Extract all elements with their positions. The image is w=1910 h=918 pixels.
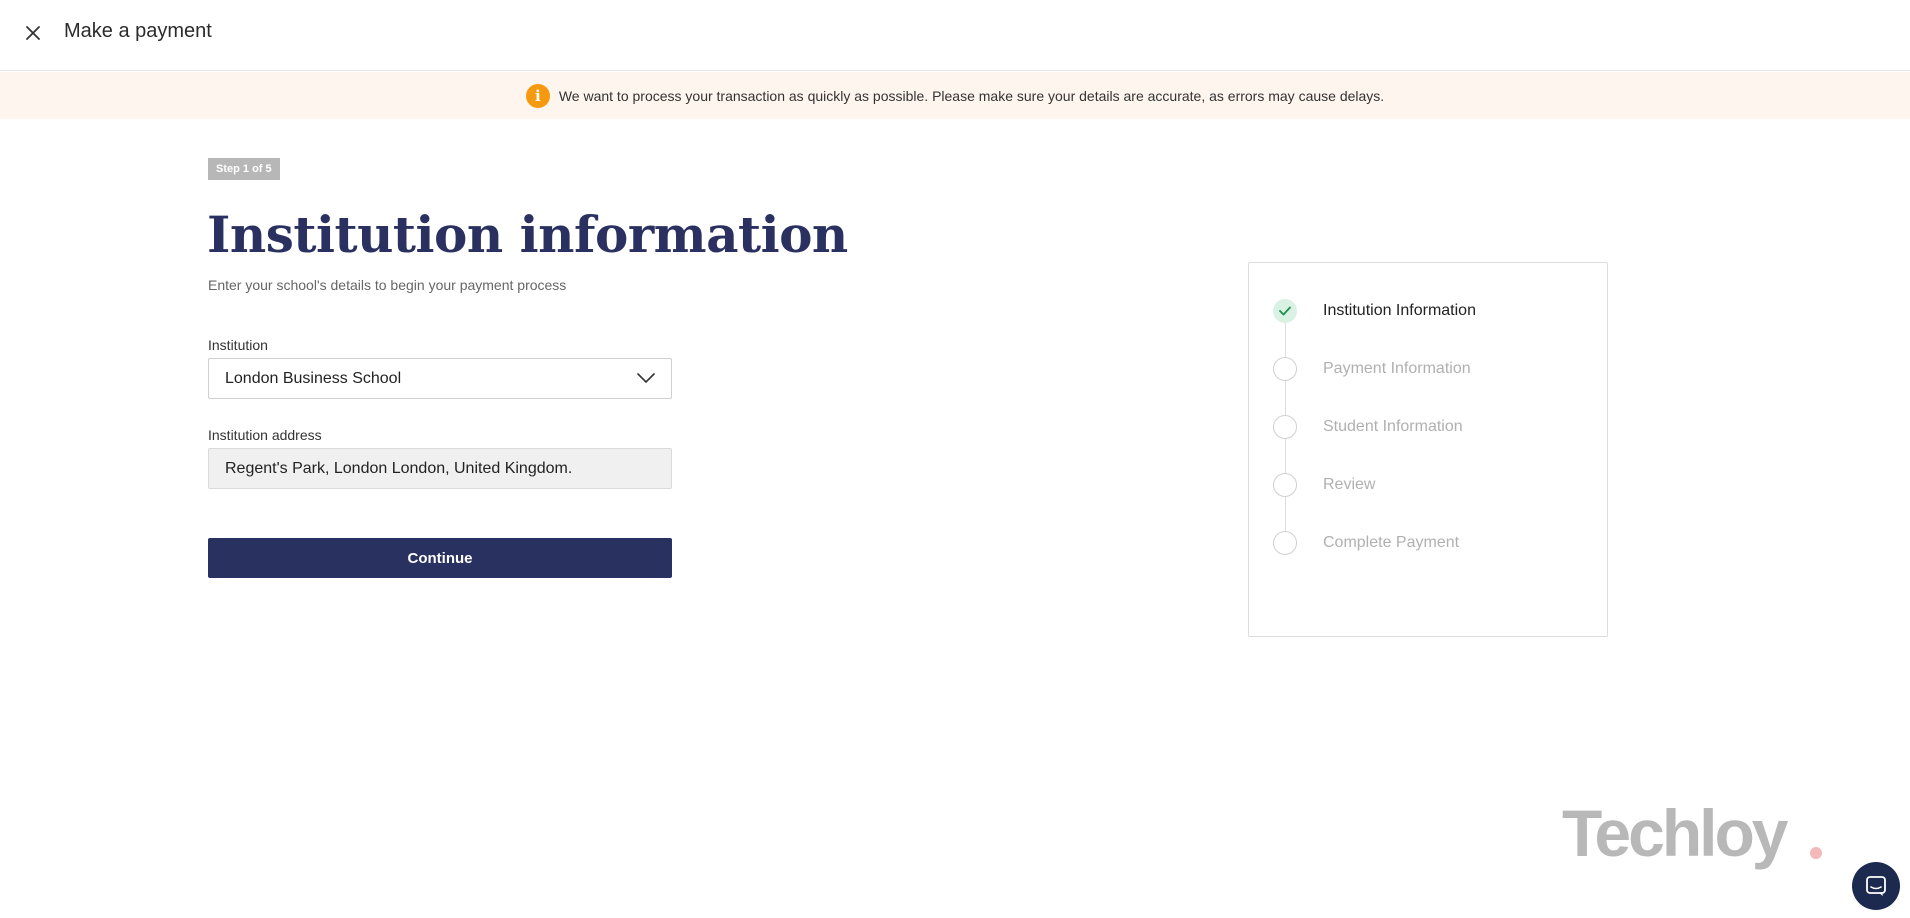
progress-steps-panel: Institution Information Payment Informat…	[1248, 262, 1608, 637]
page-title: Make a payment	[64, 20, 212, 42]
page-subheading: Enter your school's details to begin you…	[208, 277, 567, 293]
institution-label: Institution	[208, 337, 268, 353]
institution-address-value: Regent's Park, London London, United Kin…	[225, 459, 573, 477]
continue-button[interactable]: Continue	[208, 538, 672, 578]
step-label: Review	[1323, 476, 1376, 493]
step-circle-icon	[1273, 357, 1297, 381]
step-item-review: Review	[1273, 473, 1375, 497]
top-bar: Make a payment	[0, 0, 1910, 71]
notice-banner: i We want to process your transaction as…	[0, 72, 1910, 119]
step-circle-icon	[1273, 415, 1297, 439]
step-label: Institution Information	[1323, 302, 1476, 319]
step-item-payment-information: Payment Information	[1273, 357, 1471, 381]
page-heading: Institution information	[207, 205, 848, 264]
check-icon	[1273, 299, 1297, 323]
chat-icon	[1866, 876, 1886, 896]
techloy-watermark-logo: Techloy	[1562, 796, 1789, 870]
info-icon: i	[525, 83, 550, 108]
step-label: Payment Information	[1323, 360, 1471, 377]
close-button[interactable]	[22, 22, 44, 44]
close-icon	[26, 26, 40, 40]
step-label: Complete Payment	[1323, 534, 1460, 551]
step-item-student-information: Student Information	[1273, 415, 1463, 439]
chat-launcher-button[interactable]	[1852, 862, 1900, 910]
chevron-down-icon	[637, 373, 655, 383]
institution-address-field[interactable]: Regent's Park, London London, United Kin…	[208, 448, 672, 489]
step-circle-icon	[1273, 473, 1297, 497]
step-item-complete-payment: Complete Payment	[1273, 531, 1459, 555]
banner-text: We want to process your transaction as q…	[558, 87, 1385, 104]
address-label: Institution address	[208, 427, 322, 443]
step-circle-icon	[1273, 531, 1297, 555]
step-badge: Step 1 of 5	[208, 158, 280, 180]
watermark-dot	[1810, 847, 1822, 859]
institution-select-value: London Business School	[225, 369, 402, 387]
step-label: Student Information	[1323, 418, 1463, 435]
step-item-institution-information: Institution Information	[1273, 299, 1476, 323]
institution-select[interactable]: London Business School	[208, 358, 672, 399]
